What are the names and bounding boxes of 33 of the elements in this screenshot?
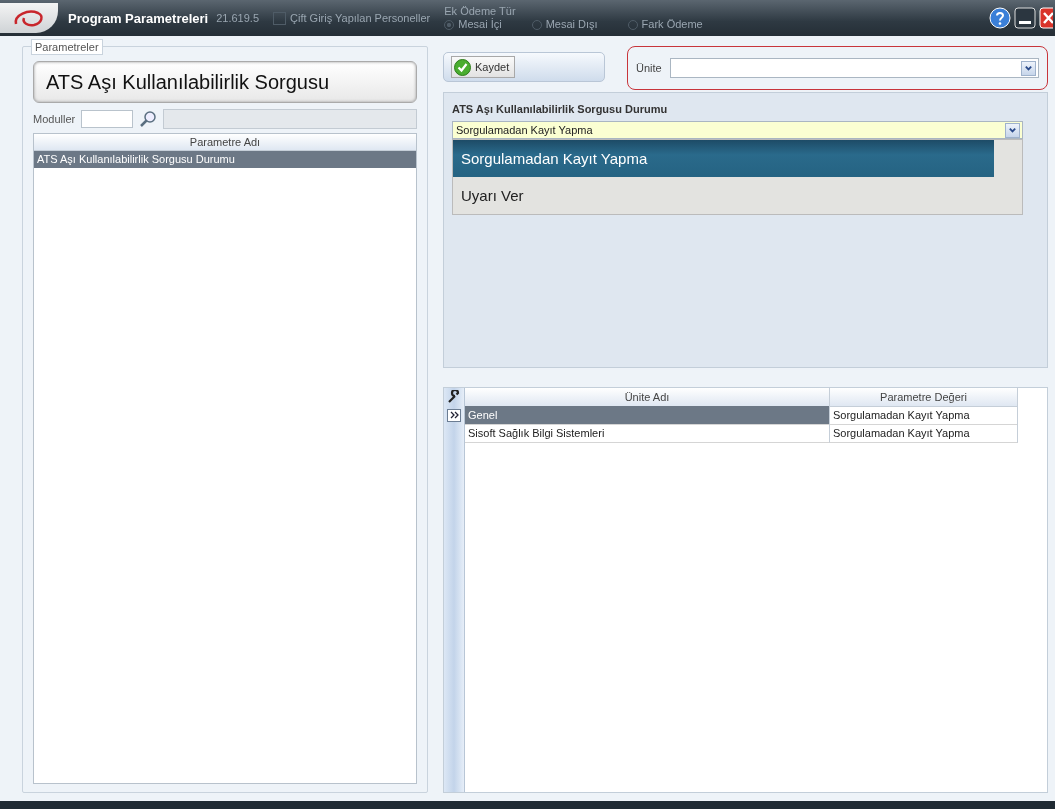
close-icon[interactable] bbox=[1039, 7, 1053, 29]
table-cell: Genel bbox=[465, 406, 830, 425]
modules-field[interactable] bbox=[81, 110, 134, 128]
value-dropdown[interactable]: Sorgulamadan Kayıt Yapma bbox=[452, 121, 1023, 139]
table-cell: Sisoft Sağlık Bilgi Sistemleri bbox=[465, 424, 830, 443]
search-icon[interactable] bbox=[139, 110, 158, 128]
parameter-title: ATS Aşı Kullanılabilirlik Sorgusu Durumu bbox=[452, 103, 669, 115]
payment-type-radio[interactable]: Fark Ödeme bbox=[627, 18, 703, 31]
modules-label: Moduller bbox=[33, 113, 76, 125]
dropdown-option[interactable]: Sorgulamadan Kayıt Yapma bbox=[453, 140, 994, 177]
unit-label: Ünite bbox=[636, 62, 662, 74]
payment-type-label: Ek Ödeme Tür bbox=[444, 5, 516, 18]
wrench-icon[interactable] bbox=[447, 390, 461, 404]
parameter-heading: ATS Aşı Kullanılabilirlik Sorgusu bbox=[33, 61, 417, 103]
minimize-icon[interactable] bbox=[1014, 7, 1036, 29]
app-logo-icon bbox=[12, 7, 46, 29]
check-icon bbox=[454, 58, 471, 76]
unit-row[interactable]: Sisoft Sağlık Bilgi Sistemleri Sorgulamadan Kayıt Yapma bbox=[465, 424, 1018, 442]
version-label: 21.619.5 bbox=[216, 11, 259, 25]
table-cell: Sorgulamadan Kayıt Yapma bbox=[830, 406, 1018, 425]
help-icon[interactable] bbox=[989, 7, 1011, 29]
unit-row[interactable]: Genel Sorgulamadan Kayıt Yapma bbox=[465, 406, 1018, 424]
column-header: Parametre Adı bbox=[34, 134, 416, 151]
dropdown-option[interactable]: Uyarı Ver bbox=[453, 177, 1022, 214]
save-button[interactable]: Kaydet bbox=[451, 56, 516, 78]
parameter-row[interactable]: ATS Aşı Kullanılabilirlik Sorgusu Durumu bbox=[34, 151, 416, 168]
payment-type-radio[interactable]: Mesai Dışı bbox=[531, 18, 598, 31]
panel-legend: Parametreler bbox=[31, 39, 103, 55]
table-cell: Sorgulamadan Kayıt Yapma bbox=[830, 424, 1018, 443]
personnel-checkbox[interactable]: Çift Giriş Yapılan Personeller bbox=[273, 11, 431, 25]
window-title: Program Parametreleri bbox=[68, 10, 209, 26]
column-header[interactable]: Parametre Değeri bbox=[830, 388, 1018, 407]
payment-type-radio[interactable]: Mesai İçi bbox=[444, 18, 502, 31]
